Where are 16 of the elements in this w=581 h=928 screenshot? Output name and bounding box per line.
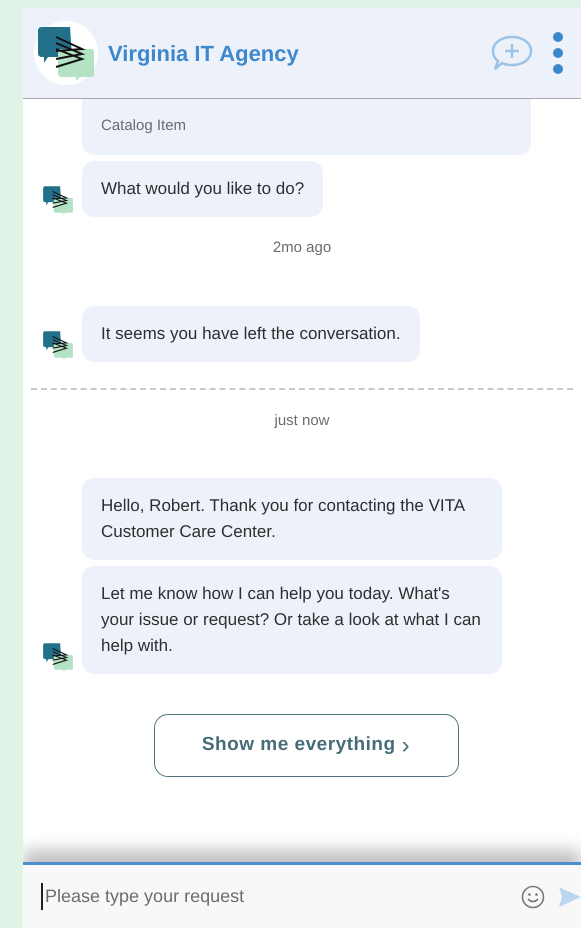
window-title: Virginia IT Agency	[108, 40, 299, 68]
message-bubble: Let me know how I can help you today. What's your issue or request? Or take a look at what I can help with.	[82, 566, 502, 674]
bot-avatar-icon	[41, 640, 75, 674]
message-bubble: What would you like to do?	[82, 161, 324, 217]
message-input[interactable]: Please type your request	[41, 883, 521, 910]
bot-avatar-icon	[41, 183, 75, 217]
emoji-icon[interactable]	[521, 884, 545, 908]
message-bubble: Catalog Item	[82, 99, 531, 155]
more-menu-icon[interactable]	[553, 32, 563, 74]
timestamp: 2mo ago	[272, 238, 332, 258]
logo-icon	[34, 21, 98, 85]
message-bubble: Hello, Robert. Thank you for contacting the VITA Customer Care Center.	[82, 478, 502, 560]
show-all-button[interactable]: Show me everything ›	[154, 714, 458, 777]
message-composer[interactable]: Please type your request	[23, 862, 581, 928]
message-bubble: It seems you have left the conversation.	[82, 306, 420, 362]
timestamp: just now	[274, 410, 330, 430]
